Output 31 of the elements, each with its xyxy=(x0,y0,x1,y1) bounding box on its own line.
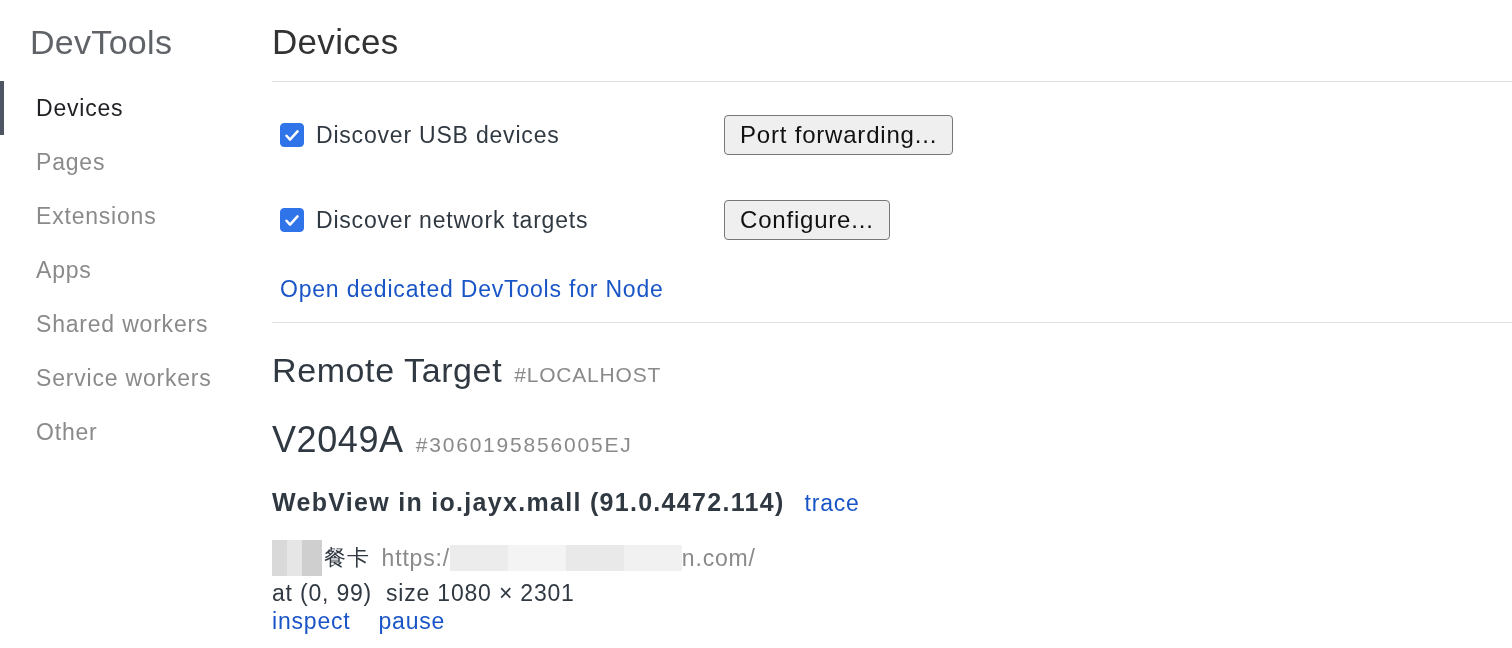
checkmark-icon xyxy=(285,214,299,226)
action-link[interactable]: pause xyxy=(378,607,446,635)
action-link[interactable]: inspect xyxy=(272,607,351,635)
sidebar-item[interactable]: Other xyxy=(0,405,236,459)
checkbox-label: Discover network targets xyxy=(316,206,589,234)
sidebar-item[interactable]: Shared workers xyxy=(0,297,236,351)
target-size: size 1080 × 2301 xyxy=(386,579,575,607)
target-url: https:/ xyxy=(381,544,450,572)
device-serial: #3060195856005EJ xyxy=(415,433,633,457)
sidebar-item[interactable]: Devices xyxy=(0,81,236,135)
target-id: #LOCALHOST xyxy=(514,363,662,387)
sidebar-item[interactable]: Apps xyxy=(0,243,236,297)
sidebar-item[interactable]: Service workers xyxy=(0,351,236,405)
target-url: n.com/ xyxy=(681,544,756,572)
page-title: Devices xyxy=(272,22,399,62)
target-title: 餐卡 xyxy=(324,544,370,572)
checkbox[interactable] xyxy=(280,208,304,232)
checkbox-label: Discover USB devices xyxy=(316,121,560,149)
target-position: at (0, 99) xyxy=(272,579,373,607)
browser-name: WebView in io.jayx.mall (91.0.4472.114) xyxy=(272,488,785,516)
sidebar-item[interactable]: Pages xyxy=(0,135,236,189)
trace-link[interactable]: trace xyxy=(804,489,860,517)
option-button[interactable]: Port forwarding... xyxy=(724,115,954,155)
sidebar-title: DevTools xyxy=(30,22,173,62)
option-button[interactable]: Configure... xyxy=(724,200,890,240)
node-devtools-link[interactable]: Open dedicated DevTools for Node xyxy=(280,275,664,303)
device-name: V2049A xyxy=(272,420,404,460)
checkmark-icon xyxy=(285,129,299,141)
sidebar-item[interactable]: Extensions xyxy=(0,189,236,243)
checkbox[interactable] xyxy=(280,123,304,147)
section-title: Remote Target xyxy=(272,350,503,390)
